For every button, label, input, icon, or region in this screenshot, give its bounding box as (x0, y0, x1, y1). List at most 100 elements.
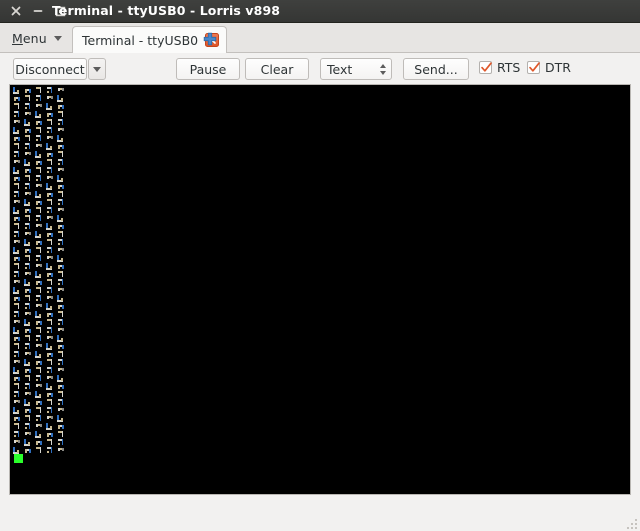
terminal-glyph (46, 142, 54, 150)
disconnect-button[interactable]: Disconnect (13, 58, 87, 80)
terminal-line (11, 310, 629, 318)
terminal-glyph (24, 446, 32, 454)
terminal-glyph (57, 134, 65, 142)
terminal-glyph (57, 94, 65, 102)
terminal-glyph (13, 246, 21, 254)
terminal-glyph (46, 406, 54, 414)
terminal-glyph (57, 110, 65, 118)
terminal-glyph (13, 206, 21, 214)
terminal-glyph (46, 310, 54, 318)
terminal-glyph (24, 94, 32, 102)
terminal-glyph (35, 158, 43, 166)
terminal-glyph (57, 326, 65, 334)
plus-icon (203, 32, 217, 46)
terminal-glyph (24, 190, 32, 198)
new-tab-button[interactable] (202, 31, 218, 47)
terminal-glyph (46, 342, 54, 350)
send-button[interactable]: Send... (403, 58, 469, 80)
checkbox-box[interactable] (479, 61, 492, 74)
terminal-glyph (35, 214, 43, 222)
terminal-glyph (46, 118, 54, 126)
window-title: Terminal - ttyUSB0 - Lorris v898 (51, 3, 281, 18)
terminal-glyph (46, 294, 54, 302)
terminal-glyph (13, 118, 21, 126)
terminal-glyph (13, 382, 21, 390)
terminal-line (11, 422, 629, 430)
terminal-line (11, 126, 629, 134)
terminal-line (11, 302, 629, 310)
spinner-down-icon[interactable] (380, 70, 386, 75)
terminal-glyph (35, 398, 43, 406)
terminal-line (11, 94, 629, 102)
minimize-icon (33, 10, 43, 12)
terminal-line (11, 86, 629, 94)
terminal-glyph (57, 254, 65, 262)
terminal-glyph (35, 182, 43, 190)
terminal-line (11, 110, 629, 118)
terminal-glyph (13, 334, 21, 342)
terminal-glyph (46, 222, 54, 230)
terminal-glyph (46, 430, 54, 438)
format-combobox[interactable]: Text (320, 58, 392, 80)
terminal-glyph (35, 278, 43, 286)
terminal-text-area[interactable] (11, 86, 629, 493)
terminal-glyph (24, 254, 32, 262)
terminal-glyph (13, 238, 21, 246)
terminal-line (11, 230, 629, 238)
resize-grip-icon[interactable] (623, 515, 637, 529)
terminal-line (11, 366, 629, 374)
terminal-glyph (13, 222, 21, 230)
terminal-glyph (13, 102, 21, 110)
close-icon (11, 6, 21, 16)
terminal-glyph (24, 334, 32, 342)
terminal-glyph (35, 446, 43, 454)
terminal-glyph (24, 414, 32, 422)
terminal-glyph (24, 342, 32, 350)
terminal-glyph (57, 414, 65, 422)
terminal-glyph (13, 318, 21, 326)
format-combobox-value: Text (327, 61, 353, 77)
terminal-line-cursor (11, 454, 629, 463)
close-button[interactable] (4, 0, 28, 22)
dtr-label: DTR (545, 60, 571, 75)
terminal-glyph (46, 198, 54, 206)
terminal-line (11, 198, 629, 206)
spinner-updown-icon[interactable] (375, 59, 391, 79)
terminal-line (11, 430, 629, 438)
terminal-glyph (57, 126, 65, 134)
terminal-glyph (57, 230, 65, 238)
terminal-glyph (24, 398, 32, 406)
terminal-glyph (35, 286, 43, 294)
window-bottom-area (0, 496, 640, 531)
menu-button[interactable]: Menu (6, 26, 68, 50)
terminal-glyph (13, 214, 21, 222)
spinner-up-icon[interactable] (380, 63, 386, 68)
terminal-glyph (13, 326, 21, 334)
terminal-glyph (24, 374, 32, 382)
terminal-output[interactable] (9, 84, 631, 495)
terminal-glyph (35, 382, 43, 390)
terminal-glyph (46, 174, 54, 182)
disconnect-dropdown-button[interactable] (88, 58, 106, 80)
terminal-line (11, 118, 629, 126)
terminal-glyph (24, 270, 32, 278)
terminal-glyph (46, 206, 54, 214)
terminal-glyph (46, 150, 54, 158)
dtr-checkbox[interactable]: DTR (527, 60, 571, 75)
terminal-glyph (35, 342, 43, 350)
terminal-glyph (57, 214, 65, 222)
terminal-glyph (35, 198, 43, 206)
checkbox-box[interactable] (527, 61, 540, 74)
pause-button[interactable]: Pause (176, 58, 240, 80)
maximize-button[interactable] (48, 0, 72, 22)
terminal-glyph (35, 334, 43, 342)
terminal-glyph (24, 438, 32, 446)
clear-button[interactable]: Clear (245, 58, 309, 80)
rts-checkbox[interactable]: RTS (479, 60, 520, 75)
terminal-glyph (24, 222, 32, 230)
terminal-glyph (57, 190, 65, 198)
toolbar: Disconnect Pause Clear Text Send... RTS (0, 53, 640, 84)
terminal-glyph (57, 102, 65, 110)
terminal-cursor (14, 454, 23, 463)
minimize-button[interactable] (26, 0, 50, 22)
